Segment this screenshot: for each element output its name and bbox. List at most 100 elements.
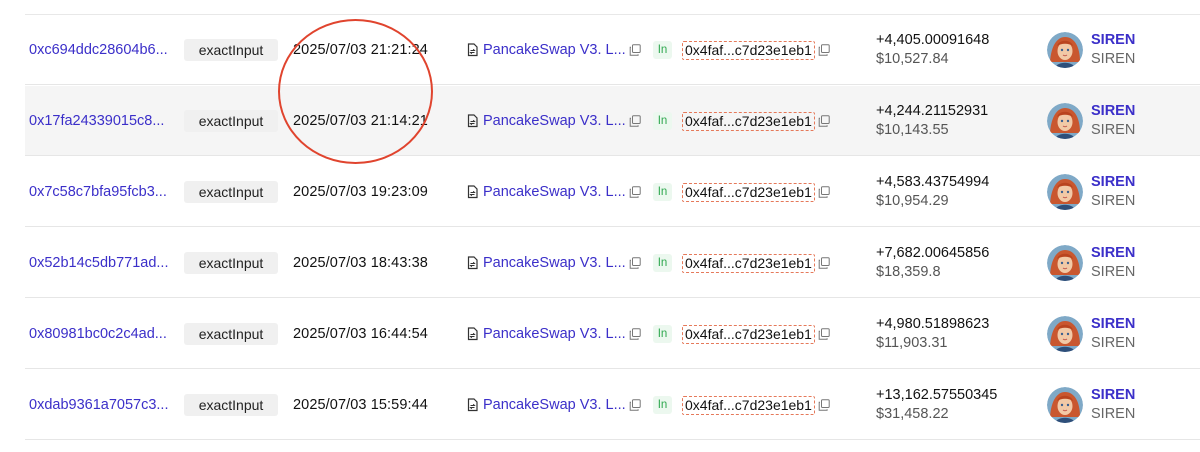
direction-badge: In (653, 325, 672, 343)
copy-address-button[interactable] (818, 157, 830, 227)
amount-cell: +4,405.00091648 $10,527.84 (876, 15, 989, 85)
tx-hash-link[interactable]: 0x80981bc0c2c4ad... (29, 326, 167, 342)
usd-value: $10,527.84 (876, 51, 949, 67)
siren-token-avatar (1047, 103, 1083, 139)
copy-icon (629, 186, 641, 198)
copy-icon (818, 186, 830, 198)
dex-cell[interactable]: PancakeSwap V3. L... (466, 157, 626, 227)
token-symbol-link[interactable]: SIREN (1091, 244, 1135, 263)
token-cell: SIREN SIREN (1047, 370, 1135, 440)
token-cell: SIREN SIREN (1047, 86, 1135, 156)
table-row: 0x52b14c5db771ad... exactInput 2025/07/0… (25, 228, 1200, 298)
token-symbol-link[interactable]: SIREN (1091, 102, 1135, 121)
copy-dex-button[interactable] (629, 299, 641, 369)
document-swap-icon (467, 398, 478, 412)
tx-hash-link[interactable]: 0x7c58c7bfa95fcb3... (29, 184, 167, 200)
copy-address-button[interactable] (818, 370, 830, 440)
token-name: SIREN (1091, 193, 1136, 209)
direction-badge: In (653, 254, 672, 272)
copy-icon (818, 328, 830, 340)
table-row: 0x7c58c7bfa95fcb3... exactInput 2025/07/… (25, 157, 1200, 227)
siren-token-avatar (1047, 316, 1083, 352)
token-amount: +4,980.51898623 (876, 316, 990, 332)
token-name: SIREN (1091, 406, 1136, 422)
copy-dex-button[interactable] (629, 157, 641, 227)
token-symbol-link[interactable]: SIREN (1091, 386, 1135, 405)
token-symbol-link[interactable]: SIREN (1091, 315, 1135, 334)
copy-address-button[interactable] (818, 15, 830, 85)
token-cell: SIREN SIREN (1047, 299, 1135, 369)
dex-link[interactable]: PancakeSwap V3. L... (483, 113, 626, 129)
token-name: SIREN (1091, 51, 1136, 67)
method-cell: exactInput (184, 370, 278, 440)
siren-token-avatar (1047, 387, 1083, 423)
token-cell: SIREN SIREN (1047, 15, 1135, 85)
copy-dex-button[interactable] (629, 15, 641, 85)
dex-link[interactable]: PancakeSwap V3. L... (483, 397, 626, 413)
token-symbol-link[interactable]: SIREN (1091, 31, 1135, 50)
method-badge: exactInput (184, 39, 278, 61)
direction-cell: In (653, 15, 672, 85)
dex-link[interactable]: PancakeSwap V3. L... (483, 326, 626, 342)
document-swap-icon (467, 43, 478, 57)
method-badge: exactInput (184, 181, 278, 203)
dex-cell[interactable]: PancakeSwap V3. L... (466, 86, 626, 156)
dex-cell[interactable]: PancakeSwap V3. L... (466, 370, 626, 440)
token-name: SIREN (1091, 122, 1136, 138)
method-cell: exactInput (184, 15, 278, 85)
address-link[interactable]: 0x4faf...c7d23e1eb1 (682, 182, 815, 202)
address-link[interactable]: 0x4faf...c7d23e1eb1 (682, 40, 815, 60)
address-link[interactable]: 0x4faf...c7d23e1eb1 (682, 111, 815, 131)
method-badge: exactInput (184, 110, 278, 132)
timestamp: 2025/07/03 18:43:38 (293, 255, 428, 271)
address-link[interactable]: 0x4faf...c7d23e1eb1 (682, 395, 815, 415)
copy-dex-button[interactable] (629, 228, 641, 298)
amount-cell: +7,682.00645856 $18,359.8 (876, 228, 989, 298)
timestamp: 2025/07/03 21:14:21 (293, 113, 428, 129)
document-swap-icon (467, 185, 478, 199)
tx-hash-link[interactable]: 0x17fa24339015c8... (29, 113, 164, 129)
copy-dex-button[interactable] (629, 86, 641, 156)
dex-link[interactable]: PancakeSwap V3. L... (483, 42, 626, 58)
usd-value: $11,903.31 (876, 335, 948, 351)
address-cell: 0x4faf...c7d23e1eb1 (682, 15, 815, 85)
address-link[interactable]: 0x4faf...c7d23e1eb1 (682, 324, 815, 344)
direction-badge: In (653, 396, 672, 414)
amount-cell: +4,980.51898623 $11,903.31 (876, 299, 989, 369)
method-cell: exactInput (184, 157, 278, 227)
timestamp: 2025/07/03 15:59:44 (293, 397, 428, 413)
document-swap-icon (467, 256, 478, 270)
document-swap-icon (467, 114, 478, 128)
tx-hash-link[interactable]: 0xc694ddc28604b6... (29, 42, 168, 58)
copy-icon (629, 115, 641, 127)
token-name: SIREN (1091, 264, 1136, 280)
dex-link[interactable]: PancakeSwap V3. L... (483, 184, 626, 200)
tx-hash-link[interactable]: 0xdab9361a7057c3... (29, 397, 169, 413)
dex-cell[interactable]: PancakeSwap V3. L... (466, 15, 626, 85)
direction-cell: In (653, 228, 672, 298)
copy-address-button[interactable] (818, 86, 830, 156)
method-badge: exactInput (184, 394, 278, 416)
token-symbol-link[interactable]: SIREN (1091, 173, 1135, 192)
siren-token-avatar (1047, 245, 1083, 281)
direction-cell: In (653, 86, 672, 156)
direction-cell: In (653, 299, 672, 369)
usd-value: $18,359.8 (876, 264, 941, 280)
copy-address-button[interactable] (818, 299, 830, 369)
tx-hash-link[interactable]: 0x52b14c5db771ad... (29, 255, 169, 271)
dex-cell[interactable]: PancakeSwap V3. L... (466, 228, 626, 298)
token-amount: +13,162.57550345 (876, 387, 998, 403)
siren-token-avatar (1047, 32, 1083, 68)
token-amount: +7,682.00645856 (876, 245, 990, 261)
dex-cell[interactable]: PancakeSwap V3. L... (466, 299, 626, 369)
table-row: 0x80981bc0c2c4ad... exactInput 2025/07/0… (25, 299, 1200, 369)
copy-address-button[interactable] (818, 228, 830, 298)
direction-badge: In (653, 112, 672, 130)
method-badge: exactInput (184, 252, 278, 274)
dex-link[interactable]: PancakeSwap V3. L... (483, 255, 626, 271)
copy-dex-button[interactable] (629, 370, 641, 440)
address-link[interactable]: 0x4faf...c7d23e1eb1 (682, 253, 815, 273)
token-name: SIREN (1091, 335, 1136, 351)
token-amount: +4,583.43754994 (876, 174, 990, 190)
timestamp: 2025/07/03 16:44:54 (293, 326, 428, 342)
